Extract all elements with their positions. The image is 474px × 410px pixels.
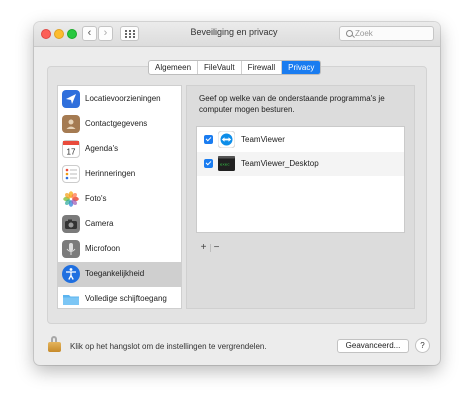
- sidebar-item-contactgegevens[interactable]: Contactgegevens: [58, 112, 181, 137]
- sidebar-item-label: Volledige schijftoegang: [85, 294, 167, 303]
- location-arrow-icon: [62, 90, 80, 108]
- zoom-button[interactable]: [67, 29, 77, 39]
- padlock-icon[interactable]: [48, 336, 62, 352]
- sidebar-item-camera[interactable]: Camera: [58, 212, 181, 237]
- sidebar-item-microfoon[interactable]: Microfoon: [58, 237, 181, 262]
- sidebar-item-label: Herinneringen: [85, 169, 136, 178]
- reminders-list-icon: [62, 165, 80, 183]
- sidebar-item-herinneringen[interactable]: Herinneringen: [58, 162, 181, 187]
- tab-filevault[interactable]: FileVault: [198, 61, 242, 74]
- sidebar-item-label: Microfoon: [85, 244, 121, 253]
- minimize-button[interactable]: [54, 29, 64, 39]
- sidebar-item-label: Contactgegevens: [85, 119, 148, 128]
- pane-description: Geef op welke van de onderstaande progra…: [199, 94, 385, 114]
- contacts-book-icon: [62, 115, 80, 133]
- terminal-exec-icon: exec: [218, 155, 235, 172]
- app-name: TeamViewer: [241, 135, 285, 144]
- advanced-button[interactable]: Geavanceerd...: [337, 339, 409, 353]
- sidebar-item-volledige-schijftoegang[interactable]: Volledige schijftoegang: [58, 287, 181, 312]
- svg-text:exec: exec: [220, 164, 230, 168]
- tab-privacy[interactable]: Privacy: [282, 61, 321, 74]
- preferences-window: ‹ › Beveiliging en privacy Algemeen File…: [34, 22, 440, 365]
- title-bar: ‹ › Beveiliging en privacy: [34, 22, 440, 47]
- sidebar-item-fotos[interactable]: Foto's: [58, 187, 181, 212]
- checkbox-teamviewer-desktop[interactable]: [204, 159, 213, 168]
- sidebar-item-label: Toegankelijkheid: [85, 269, 145, 278]
- sidebar-item-locatievoorzieningen[interactable]: Locatievoorzieningen: [58, 87, 181, 112]
- forward-button[interactable]: ›: [98, 26, 113, 41]
- search-input[interactable]: [355, 28, 430, 39]
- lock-message: Klik op het hangslot om de instellingen …: [70, 342, 267, 351]
- tab-bar: Algemeen FileVault Firewall Privacy: [148, 60, 322, 75]
- remove-app-button[interactable]: −: [211, 243, 222, 253]
- app-name: TeamViewer_Desktop: [241, 159, 319, 168]
- search-icon: [346, 30, 353, 37]
- close-button[interactable]: [41, 29, 51, 39]
- folder-icon: [62, 290, 80, 308]
- sidebar-item-label: Agenda's: [85, 144, 119, 153]
- accessibility-icon: [62, 265, 80, 283]
- sidebar-item-label: Foto's: [85, 194, 107, 203]
- microphone-icon: [62, 240, 80, 258]
- tab-firewall[interactable]: Firewall: [242, 61, 283, 74]
- photos-flower-icon: [62, 190, 80, 208]
- show-all-grid-button[interactable]: [120, 26, 139, 41]
- add-app-button[interactable]: +: [198, 243, 209, 253]
- calendar-icon: 17: [62, 140, 80, 158]
- tab-algemeen[interactable]: Algemeen: [149, 61, 199, 74]
- checkbox-teamviewer[interactable]: [204, 135, 213, 144]
- sidebar-item-toegankelijkheid[interactable]: Toegankelijkheid: [58, 262, 181, 287]
- sidebar-item-label: Locatievoorzieningen: [85, 94, 161, 103]
- camera-icon: [62, 215, 80, 233]
- back-button[interactable]: ‹: [82, 26, 97, 41]
- app-list: TeamViewer exec TeamViewer_Desktop: [196, 126, 405, 233]
- list-item-teamviewer[interactable]: TeamViewer: [197, 128, 404, 152]
- svg-text:17: 17: [67, 148, 76, 157]
- privacy-category-list: Locatievoorzieningen Contactgegevens 17 …: [57, 85, 182, 309]
- teamviewer-icon: [217, 130, 236, 149]
- sidebar-item-agendas[interactable]: 17 Agenda's: [58, 137, 181, 162]
- search-box[interactable]: [339, 26, 434, 41]
- window-title: Beveiliging en privacy: [190, 27, 278, 37]
- list-item-teamviewer-desktop[interactable]: exec TeamViewer_Desktop: [197, 152, 404, 176]
- sidebar-item-label: Camera: [85, 219, 114, 228]
- help-button[interactable]: ?: [415, 338, 430, 353]
